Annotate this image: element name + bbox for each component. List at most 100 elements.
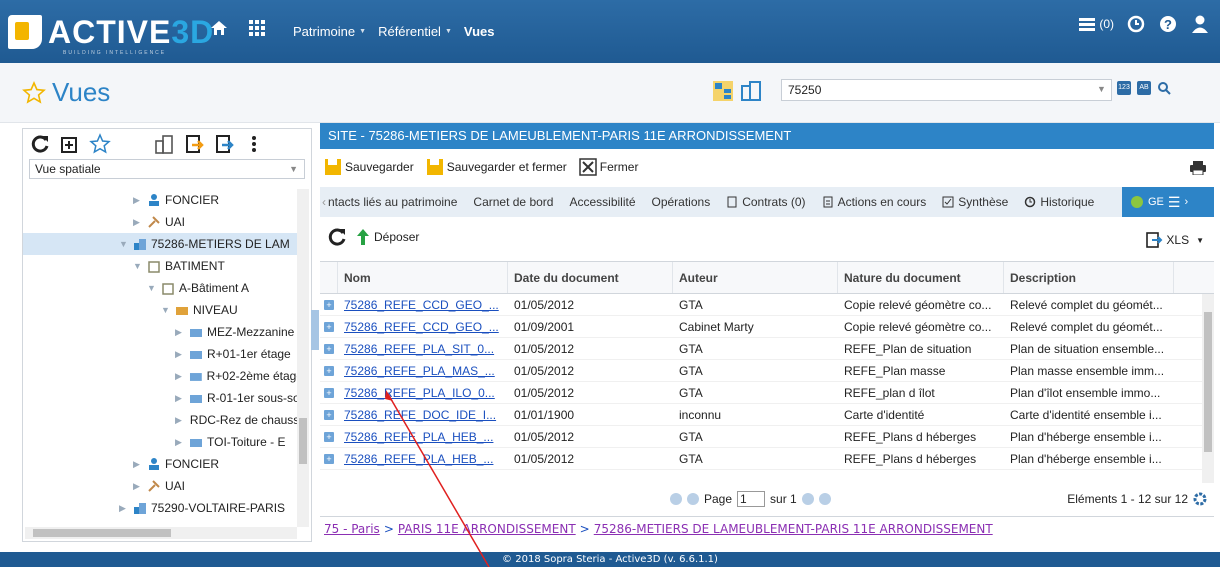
column-header-auteur[interactable]: Auteur: [673, 262, 838, 293]
expanded-arrow-icon[interactable]: ▼: [161, 299, 171, 321]
prev-page-icon[interactable]: [687, 493, 699, 505]
collapse-panel-handle[interactable]: [311, 310, 319, 350]
breadcrumb-paris[interactable]: 75 - Paris: [324, 522, 380, 536]
document-link[interactable]: 75286_REFE_CCD_GEO_...: [344, 320, 499, 334]
table-row[interactable]: +75286_REFE_PLA_HEB_... 01/05/2012 GTA REFE…: [320, 448, 1214, 470]
collapsed-arrow-icon[interactable]: ▶: [175, 321, 185, 343]
table-row[interactable]: +75286_REFE_PLA_SIT_0... 01/05/2012 GTA REF…: [320, 338, 1214, 360]
tree-node[interactable]: ▶ FONCIER: [23, 453, 299, 475]
table-scrollbar[interactable]: [1202, 294, 1214, 483]
nav-patrimoine[interactable]: Patrimoine ▼: [293, 24, 366, 39]
document-link[interactable]: 75286_REFE_CCD_GEO_...: [344, 298, 499, 312]
tab-contrats[interactable]: Contrats (0): [718, 195, 813, 209]
numeric-icon[interactable]: 123: [1117, 81, 1131, 95]
history-icon[interactable]: [1126, 14, 1146, 34]
expand-row-icon[interactable]: +: [324, 431, 334, 442]
gear-icon[interactable]: [1192, 491, 1208, 507]
document-link[interactable]: 75286_REFE_PLA_SIT_0...: [344, 342, 494, 356]
column-header-description[interactable]: Description: [1004, 262, 1174, 293]
expand-row-icon[interactable]: +: [324, 453, 334, 464]
tab-accessibilite[interactable]: Accessibilité: [561, 195, 643, 209]
tree-node[interactable]: ▶ RDC-Rez de chaussée: [23, 409, 299, 431]
table-row[interactable]: +75286_REFE_PLA_MAS_... 01/05/2012 GTA REFE…: [320, 360, 1214, 382]
document-link[interactable]: 75286_REFE_PLA_ILO_0...: [344, 386, 495, 400]
next-page-icon[interactable]: [801, 493, 814, 505]
more-vertical-icon[interactable]: [243, 133, 265, 155]
export-icon[interactable]: [213, 133, 235, 155]
import-icon[interactable]: [183, 133, 205, 155]
document-link[interactable]: 75286_REFE_DOC_IDE_I...: [344, 408, 496, 422]
tree-node[interactable]: ▶ R-01-1er sous-sol: [23, 387, 299, 409]
help-icon[interactable]: ?: [1158, 14, 1178, 34]
collapsed-arrow-icon[interactable]: ▶: [175, 431, 185, 453]
search-input[interactable]: 75250: [781, 79, 1112, 101]
expanded-arrow-icon[interactable]: ▼: [133, 255, 143, 277]
column-header-nom[interactable]: Nom: [338, 262, 508, 293]
expanded-arrow-icon[interactable]: ▼: [119, 233, 129, 255]
expand-row-icon[interactable]: +: [324, 321, 334, 332]
last-page-icon[interactable]: [818, 493, 831, 505]
nav-vues[interactable]: Vues: [464, 24, 495, 39]
tree-node[interactable]: ▼ A-Bâtiment A: [23, 277, 299, 299]
building-icon[interactable]: [153, 133, 175, 155]
close-button[interactable]: Fermer: [579, 158, 638, 176]
collapsed-arrow-icon[interactable]: ▶: [175, 365, 185, 387]
chevron-down-icon[interactable]: ▼: [1097, 84, 1106, 94]
save-button[interactable]: Sauvegarder: [324, 158, 414, 176]
tree-node[interactable]: ▼ NIVEAU: [23, 299, 299, 321]
expanded-arrow-icon[interactable]: ▼: [147, 277, 157, 299]
chevron-down-icon[interactable]: ▼: [1196, 236, 1204, 245]
breadcrumb-arrondissement[interactable]: PARIS 11E ARRONDISSEMENT: [398, 522, 576, 536]
expand-row-icon[interactable]: +: [324, 299, 334, 310]
view-type-select[interactable]: Vue spatiale ▼: [29, 159, 305, 179]
collapsed-arrow-icon[interactable]: ▶: [175, 409, 182, 431]
save-close-button[interactable]: Sauvegarder et fermer: [426, 158, 567, 176]
deposer-button[interactable]: Déposer: [356, 228, 419, 246]
table-row[interactable]: +75286_REFE_CCD_GEO_... 01/05/2012 GTA Copi…: [320, 294, 1214, 316]
star-icon[interactable]: [22, 80, 46, 105]
tab-operations[interactable]: Opérations: [644, 195, 719, 209]
export-xls-button[interactable]: XLS ▼: [1145, 231, 1204, 249]
table-row[interactable]: +75286_REFE_CCD_GEO_... 01/09/2001 Cabinet…: [320, 316, 1214, 338]
document-link[interactable]: 75286_REFE_PLA_HEB_...: [344, 452, 493, 466]
tree-node[interactable]: ▶ MEZ-Mezzanine: [23, 321, 299, 343]
print-icon[interactable]: [1190, 161, 1206, 175]
table-row[interactable]: +75286_REFE_PLA_HEB_... 01/05/2012 GTA REFE…: [320, 426, 1214, 448]
logo[interactable]: ACTIVE3D BUILDING INTELLIGENCE: [8, 10, 214, 56]
breadcrumb-site[interactable]: 75286-METIERS DE LAMEUBLEMENT-PARIS 11E …: [594, 522, 993, 536]
tree-node[interactable]: ▶ R+02-2ème étage: [23, 365, 299, 387]
expand-row-icon[interactable]: +: [324, 409, 334, 420]
collapsed-arrow-icon[interactable]: ▶: [133, 211, 143, 233]
tree-node[interactable]: ▶ TOI-Toiture - E: [23, 431, 299, 453]
collapsed-arrow-icon[interactable]: ▶: [133, 475, 143, 497]
tree-scrollbar-vertical[interactable]: [297, 189, 309, 527]
home-icon[interactable]: [210, 19, 228, 37]
menu-icon[interactable]: ☰: [1168, 194, 1181, 211]
page-input[interactable]: 1: [737, 491, 766, 507]
tab-actions-en-cours[interactable]: Actions en cours: [814, 195, 935, 209]
tab-synthese[interactable]: Synthèse: [934, 195, 1016, 209]
tab-scroll-right[interactable]: ›: [1184, 196, 1188, 208]
user-icon[interactable]: [1190, 14, 1210, 34]
first-page-icon[interactable]: [670, 493, 682, 505]
document-link[interactable]: 75286_REFE_PLA_HEB_...: [344, 430, 493, 444]
expand-all-icon[interactable]: [59, 133, 81, 155]
tree-scrollbar-horizontal[interactable]: [25, 527, 297, 539]
building-icon[interactable]: [740, 80, 762, 102]
expand-row-icon[interactable]: +: [324, 365, 334, 376]
tab-historique[interactable]: Historique: [1016, 195, 1102, 209]
collapsed-arrow-icon[interactable]: ▶: [119, 497, 129, 519]
collapsed-arrow-icon[interactable]: ▶: [133, 189, 143, 211]
tab-carnet-de-bord[interactable]: Carnet de bord: [465, 195, 561, 209]
collapsed-arrow-icon[interactable]: ▶: [133, 453, 143, 475]
tab-ge[interactable]: GE ☰ ›: [1122, 187, 1214, 217]
nav-referentiel[interactable]: Référentiel ▼: [378, 24, 452, 39]
collapsed-arrow-icon[interactable]: ▶: [175, 343, 185, 365]
star-icon[interactable]: [89, 133, 111, 155]
tree-node[interactable]: ▶ UAI: [23, 211, 299, 233]
tree-node[interactable]: ▶ UAI: [23, 475, 299, 497]
tree-node[interactable]: ▶ R+01-1er étage: [23, 343, 299, 365]
tree-node[interactable]: ▼ BATIMENT: [23, 255, 299, 277]
search-icon[interactable]: [1157, 81, 1171, 95]
table-row[interactable]: +75286_REFE_DOC_IDE_I... 01/01/1900 inconn…: [320, 404, 1214, 426]
